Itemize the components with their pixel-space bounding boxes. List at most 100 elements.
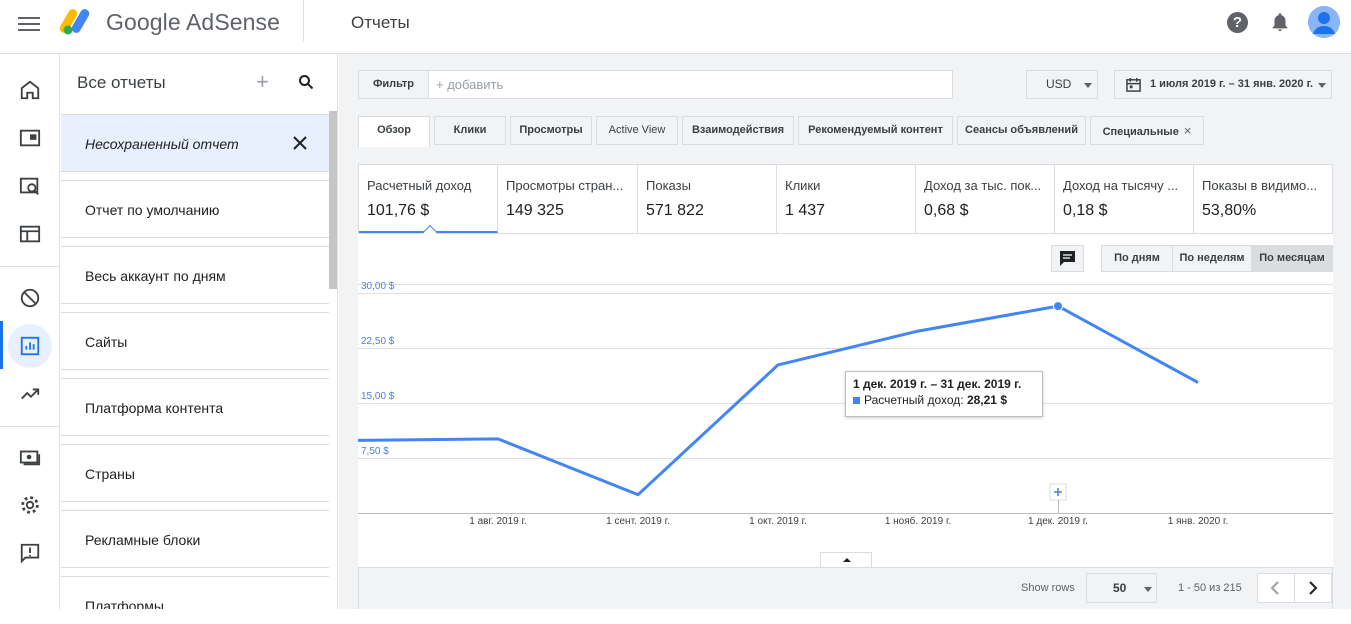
tab-label: Обзор bbox=[377, 124, 411, 136]
metric-page-rpm[interactable]: Доход за тыс. пок... 0,68 $ bbox=[916, 165, 1055, 233]
period-daily-button[interactable]: По дням bbox=[1101, 245, 1173, 272]
metric-impressions[interactable]: Показы 571 822 bbox=[638, 165, 777, 233]
metric-active-view-viewable[interactable]: Показы в видимо... 53,80% bbox=[1194, 165, 1332, 233]
chevron-down-icon bbox=[1084, 83, 1092, 88]
tab-ad-sessions[interactable]: Сеансы объявлений bbox=[957, 116, 1086, 145]
metric-value: 1 437 bbox=[785, 202, 826, 219]
chart-tooltip: 1 дек. 2019 г. – 31 дек. 2019 г. Расчетн… bbox=[845, 371, 1043, 417]
metric-impression-rpm[interactable]: Доход на тысячу ... 0,18 $ bbox=[1055, 165, 1194, 233]
tooltip-row: Расчетный доход: 28,21 $ bbox=[853, 393, 1035, 407]
rows-per-page-select[interactable]: 50 bbox=[1086, 573, 1157, 603]
page-layout-icon bbox=[19, 225, 41, 243]
tab-interactions[interactable]: Взаимодействия bbox=[682, 116, 794, 145]
report-item-sites[interactable]: Сайты bbox=[61, 312, 329, 370]
rail-settings[interactable] bbox=[8, 483, 52, 527]
panel-title: Все отчеты bbox=[77, 73, 166, 92]
rail-blocking[interactable] bbox=[8, 276, 52, 320]
chevron-right-icon bbox=[1309, 581, 1318, 595]
add-report-button[interactable]: + bbox=[256, 69, 269, 95]
filter-input[interactable]: + добавить bbox=[429, 70, 953, 99]
rows-per-page-value: 50 bbox=[1113, 581, 1127, 595]
metric-clicks[interactable]: Клики 1 437 bbox=[777, 165, 916, 233]
rail-ads[interactable] bbox=[8, 116, 52, 160]
report-item-label: Отчет по умолчанию bbox=[85, 202, 220, 218]
report-item-label: Весь аккаунт по дням bbox=[85, 268, 226, 284]
nav-rail bbox=[0, 54, 60, 609]
x-tick-label: 1 нояб. 2019 г. bbox=[884, 516, 952, 527]
rail-payments[interactable] bbox=[8, 435, 52, 479]
tab-label: Взаимодействия bbox=[691, 124, 785, 136]
report-item-countries[interactable]: Страны bbox=[61, 444, 329, 502]
close-icon[interactable] bbox=[292, 135, 308, 151]
block-icon bbox=[20, 288, 40, 308]
prev-page-button[interactable] bbox=[1257, 573, 1295, 603]
annotation-button[interactable] bbox=[1051, 245, 1084, 272]
table-footer: Show rows 50 1 - 50 из 215 bbox=[358, 567, 1333, 609]
rail-feedback[interactable] bbox=[8, 531, 52, 575]
rail-reports[interactable] bbox=[8, 324, 52, 368]
tooltip-series-label: Расчетный доход: bbox=[864, 393, 964, 407]
metric-page-views[interactable]: Просмотры стран... 149 325 bbox=[498, 165, 638, 233]
report-item-content-platform[interactable]: Платформа контента bbox=[61, 378, 329, 436]
metric-value: 0,68 $ bbox=[924, 202, 969, 219]
metric-value: 0,18 $ bbox=[1063, 202, 1108, 219]
avatar[interactable] bbox=[1308, 6, 1340, 38]
metrics-bar: Расчетный доход 101,76 $ Просмотры стран… bbox=[358, 164, 1333, 240]
collapse-chart-button[interactable] bbox=[820, 552, 872, 568]
currency-select[interactable]: USD bbox=[1026, 70, 1098, 99]
tab-clicks[interactable]: Клики bbox=[434, 116, 506, 145]
date-range-picker[interactable]: 1 июля 2019 г. – 31 янв. 2020 г. bbox=[1114, 70, 1332, 99]
period-weekly-button[interactable]: По неделям bbox=[1172, 245, 1252, 272]
payments-icon bbox=[19, 450, 41, 466]
avatar-person-icon bbox=[1308, 6, 1340, 38]
x-tick-label: 1 сент. 2019 г. bbox=[606, 516, 670, 527]
tab-custom[interactable]: Специальные × bbox=[1090, 116, 1204, 145]
report-item-default[interactable]: Отчет по умолчанию bbox=[61, 180, 329, 238]
trending-icon bbox=[21, 388, 40, 400]
tooltip-value: 28,21 $ bbox=[966, 393, 1007, 407]
metric-value: 571 822 bbox=[646, 202, 704, 219]
search-icon[interactable] bbox=[298, 74, 314, 90]
top-bar: Google AdSense Отчеты ? bbox=[0, 0, 1351, 54]
metric-label: Просмотры стран... bbox=[506, 178, 624, 193]
main-area: Фильтр + добавить USD 1 июля 2019 г. – 3… bbox=[339, 54, 1351, 624]
tab-active-view[interactable]: Active View bbox=[596, 116, 678, 145]
rail-sites[interactable] bbox=[8, 164, 52, 208]
rail-pages[interactable] bbox=[8, 212, 52, 256]
x-tick-label: 1 авг. 2019 г. bbox=[469, 516, 527, 527]
sites-search-icon bbox=[19, 177, 39, 195]
bell-icon[interactable] bbox=[1269, 11, 1291, 33]
report-item-ad-units[interactable]: Рекламные блоки bbox=[61, 510, 329, 568]
panel-scrollbar[interactable] bbox=[329, 111, 337, 289]
rail-home[interactable] bbox=[8, 68, 52, 112]
unsaved-report-item[interactable]: Несохраненный отчет bbox=[61, 114, 329, 172]
tab-label: Клики bbox=[453, 124, 487, 136]
series-color-swatch bbox=[853, 397, 860, 404]
y-tick-label: 7,50 $ bbox=[361, 445, 389, 457]
reports-panel: Все отчеты + Несохраненный отчет Отчет п… bbox=[61, 54, 338, 609]
report-item-platforms[interactable]: Платформы bbox=[61, 576, 329, 609]
help-icon[interactable]: ? bbox=[1227, 12, 1248, 33]
filter-label[interactable]: Фильтр bbox=[358, 70, 429, 99]
metric-label: Доход на тысячу ... bbox=[1063, 178, 1179, 193]
feedback-icon bbox=[20, 543, 40, 564]
metric-label: Доход за тыс. пок... bbox=[924, 178, 1042, 193]
x-tick-label: 1 окт. 2019 г. bbox=[749, 516, 807, 527]
report-item-account-daily[interactable]: Весь аккаунт по дням bbox=[61, 246, 329, 304]
top-divider bbox=[303, 0, 304, 42]
menu-icon[interactable] bbox=[18, 14, 40, 36]
x-tick-label: 1 янв. 2020 г. bbox=[1167, 516, 1229, 527]
next-page-button[interactable] bbox=[1294, 573, 1332, 603]
comment-icon bbox=[1060, 251, 1075, 266]
date-range-value: 1 июля 2019 г. – 31 янв. 2020 г. bbox=[1150, 78, 1314, 90]
rail-optimization[interactable] bbox=[8, 372, 52, 416]
tab-overview[interactable]: Обзор bbox=[358, 116, 430, 147]
adsense-logo-icon bbox=[60, 9, 90, 35]
metric-value: 149 325 bbox=[506, 202, 564, 219]
close-tab-icon[interactable]: × bbox=[1184, 123, 1192, 138]
tab-recommended-content[interactable]: Рекомендуемый контент bbox=[798, 116, 953, 145]
reports-icon bbox=[20, 336, 40, 356]
metric-estimated-earnings[interactable]: Расчетный доход 101,76 $ bbox=[359, 165, 498, 240]
period-monthly-button[interactable]: По месяцам bbox=[1251, 245, 1333, 272]
tab-views[interactable]: Просмотры bbox=[510, 116, 592, 145]
